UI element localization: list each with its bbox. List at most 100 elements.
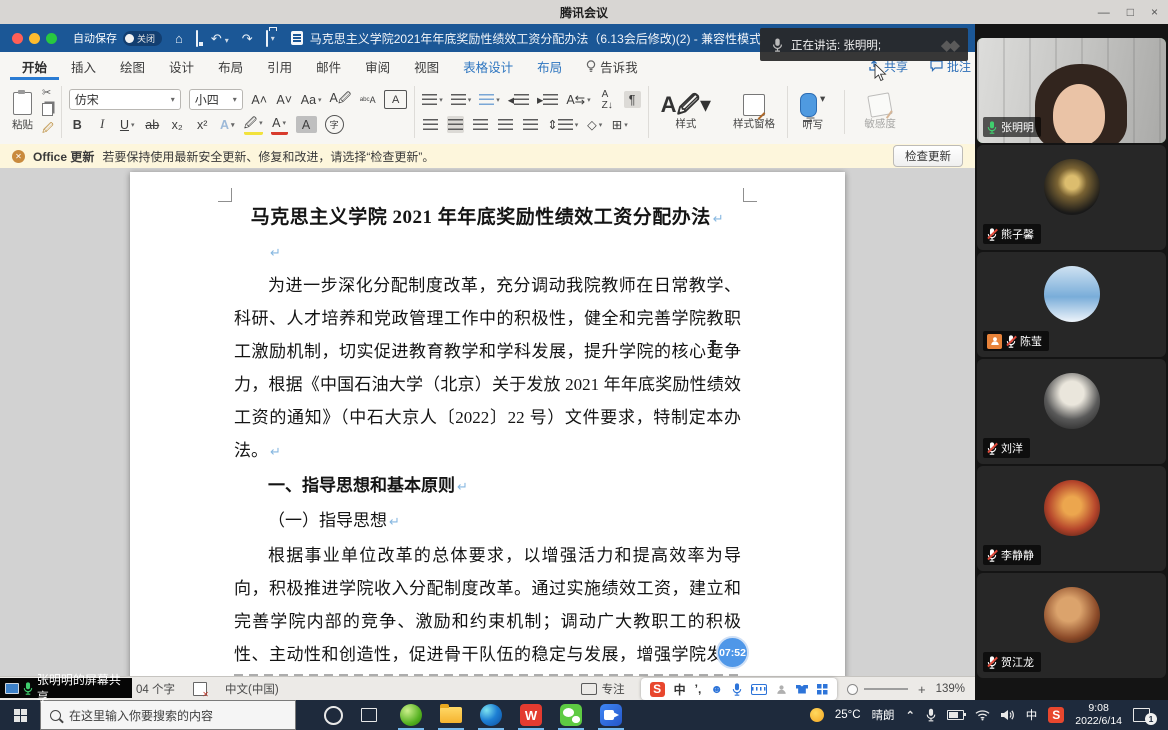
cut-icon[interactable]: ✂ [42, 86, 54, 99]
print-icon[interactable] [266, 32, 268, 45]
number-list-button[interactable]: ▾ [451, 91, 472, 108]
taskbar-app-wps[interactable]: W [511, 700, 551, 730]
asian-layout-button[interactable]: A⇆▾ [566, 91, 590, 108]
tab-布局[interactable]: 布局 [525, 52, 574, 80]
weather-desc[interactable]: 晴朗 [872, 707, 895, 723]
tab-表格设计[interactable]: 表格设计 [451, 52, 525, 80]
ime-sogou-icon[interactable]: S [650, 682, 665, 697]
tab-告诉我[interactable]: 告诉我 [574, 52, 650, 80]
zoom-slider-knob[interactable] [847, 684, 858, 695]
justify-button[interactable] [497, 116, 514, 133]
ime-chinese-mode-icon[interactable]: 中 [674, 681, 686, 698]
mac-minimize-icon[interactable] [29, 33, 40, 44]
change-case-button[interactable]: Aa▾ [301, 91, 322, 108]
ime-skin-icon[interactable] [796, 685, 808, 694]
participant-tile-刘洋[interactable]: 刘洋 [977, 359, 1166, 464]
align-left-button[interactable] [422, 116, 439, 133]
ime-emoji-icon[interactable]: ☻ [710, 682, 723, 696]
distribute-button[interactable] [522, 116, 539, 133]
bullet-list-button[interactable]: ▾ [422, 91, 443, 108]
weather-icon[interactable] [810, 708, 824, 722]
taskbar-app-file-explorer[interactable] [431, 700, 471, 730]
mac-zoom-icon[interactable] [46, 33, 57, 44]
increase-indent-button[interactable]: ▸ [537, 91, 558, 108]
participant-tile-陈莹[interactable]: 陈莹 [977, 252, 1166, 357]
ime-toolbox-icon[interactable] [817, 684, 828, 695]
hidden-icons-chevron[interactable]: ⌃ [906, 709, 915, 722]
align-center-button[interactable] [447, 116, 464, 133]
sogou-icon[interactable]: S [1048, 707, 1064, 723]
save-icon[interactable] [196, 32, 198, 45]
bold-button[interactable]: B [69, 116, 86, 133]
redo-icon[interactable]: ↷ [242, 32, 253, 45]
zoom-level[interactable]: 139% [936, 683, 965, 695]
taskbar-app-wechat[interactable] [551, 700, 591, 730]
style-pane-button[interactable]: 样式窗格 [728, 94, 780, 130]
focus-mode-button[interactable]: 专注 [581, 681, 625, 697]
show-marks-button[interactable]: ¶ [624, 91, 641, 108]
ime-voice-icon[interactable] [732, 683, 742, 696]
borders-button[interactable]: ⊞▾ [611, 116, 628, 133]
enclose-char-button[interactable]: A [384, 90, 407, 109]
language-status[interactable]: 中文(中国) [225, 681, 279, 697]
battery-icon[interactable] [947, 710, 964, 720]
titlebar-more-icon[interactable]: ▾ [271, 34, 275, 43]
ime-toolbar[interactable]: S中 ’, ☻ [641, 678, 837, 700]
line-spacing-button[interactable]: ⇕▾ [547, 116, 578, 133]
format-painter-icon[interactable]: 🖉 [42, 120, 54, 139]
check-update-button[interactable]: 检查更新 [893, 145, 963, 167]
clear-format-button[interactable]: A🖉 [330, 91, 352, 108]
paste-button[interactable]: 粘贴 [7, 86, 38, 139]
volume-icon[interactable] [1001, 709, 1015, 721]
tab-引用[interactable]: 引用 [255, 52, 304, 80]
enclose-circle-button[interactable]: 字 [325, 115, 344, 134]
participant-tile-熊子馨[interactable]: 熊子馨 [977, 145, 1166, 250]
mac-close-icon[interactable] [12, 33, 23, 44]
ime-punctuation-icon[interactable]: ’, [695, 682, 702, 696]
wifi-icon[interactable] [975, 709, 990, 721]
superscript-button[interactable]: x² [194, 116, 211, 133]
ime-account-icon[interactable] [776, 684, 787, 695]
font-size-select[interactable]: 小四▾ [189, 89, 243, 110]
cortana-icon[interactable] [324, 706, 343, 725]
tray-mic-icon[interactable] [926, 708, 936, 722]
multilevel-list-button[interactable]: ▾ [479, 91, 500, 108]
tab-审阅[interactable]: 审阅 [353, 52, 402, 80]
styles-button[interactable]: A🖉▾ 样式 [656, 94, 716, 130]
clock[interactable]: 9:08 2022/6/14 [1075, 702, 1122, 728]
ime-mode[interactable]: 中 [1026, 707, 1038, 723]
shading-button[interactable]: ◇▾ [586, 116, 603, 133]
taskbar-app-edge[interactable] [471, 700, 511, 730]
shrink-font-button[interactable]: A˅ [276, 91, 293, 108]
grow-font-button[interactable]: A˄ [251, 91, 268, 108]
strikethrough-button[interactable]: ab [144, 116, 161, 133]
participant-tile-张明明[interactable]: 张明明 [977, 38, 1166, 143]
underline-button[interactable]: U▾ [119, 116, 136, 133]
font-name-select[interactable]: 仿宋▾ [69, 89, 181, 110]
tab-开始[interactable]: 开始 [10, 52, 59, 80]
tab-邮件[interactable]: 邮件 [304, 52, 353, 80]
autosave-toggle[interactable]: 自动保存 关闭 [73, 30, 162, 46]
undo-icon[interactable]: ↶▾ [211, 32, 229, 45]
taskbar-app-tencent-meeting[interactable] [591, 700, 631, 730]
tab-插入[interactable]: 插入 [59, 52, 108, 80]
proofing-icon[interactable] [193, 682, 207, 696]
meeting-timer-badge[interactable]: 07:52 [716, 636, 749, 669]
tab-设计[interactable]: 设计 [157, 52, 206, 80]
italic-button[interactable]: I [94, 116, 111, 133]
tab-布局[interactable]: 布局 [206, 52, 255, 80]
zoom-in-button[interactable]: + [918, 682, 926, 697]
word-count[interactable]: 04 个字 [136, 681, 175, 697]
text-effects-button[interactable]: A▾ [219, 116, 236, 133]
start-button[interactable] [0, 700, 40, 730]
close-icon[interactable]: × [1151, 5, 1158, 19]
sort-button[interactable]: AZ↓ [599, 91, 616, 108]
copy-icon[interactable] [42, 103, 53, 116]
zoom-slider-track[interactable] [864, 688, 908, 690]
phonetic-guide-button[interactable]: ᵃᵇᶜA [359, 91, 376, 108]
dictate-button[interactable]: ▾ 听写 [795, 90, 830, 134]
participant-tile-贺江龙[interactable]: 贺江龙 [977, 573, 1166, 678]
taskbar-app-browser-green[interactable] [391, 700, 431, 730]
decrease-indent-button[interactable]: ◂ [508, 91, 529, 108]
weather-temp[interactable]: 25°C [835, 709, 861, 721]
